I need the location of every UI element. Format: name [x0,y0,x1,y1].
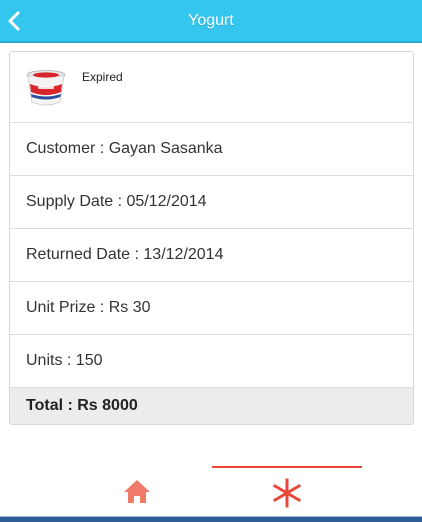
return-details-list: Expired Customer : Gayan Sasanka Supply … [9,51,414,425]
nav-active-button[interactable] [212,466,362,518]
asterisk-icon [272,478,302,508]
units-row: Units : 150 [10,335,413,388]
yogurt-cup-thumbnail [26,70,66,106]
product-row[interactable]: Expired [10,52,413,123]
total-row: Total : Rs 8000 [10,388,413,424]
app-header: Yogurt [0,0,422,43]
chevron-left-icon [8,11,20,31]
bottom-accent-bar [0,516,422,522]
item-status: Expired [82,70,123,84]
bottom-navbar [0,466,422,522]
home-icon [124,480,150,503]
supply-date-row: Supply Date : 05/12/2014 [10,176,413,229]
returned-date-row: Returned Date : 13/12/2014 [10,229,413,282]
nav-home-button[interactable] [62,466,212,516]
page-title: Yogurt [188,12,234,29]
customer-row: Customer : Gayan Sasanka [10,123,413,176]
unit-prize-row: Unit Prize : Rs 30 [10,282,413,335]
back-button[interactable] [0,0,40,41]
